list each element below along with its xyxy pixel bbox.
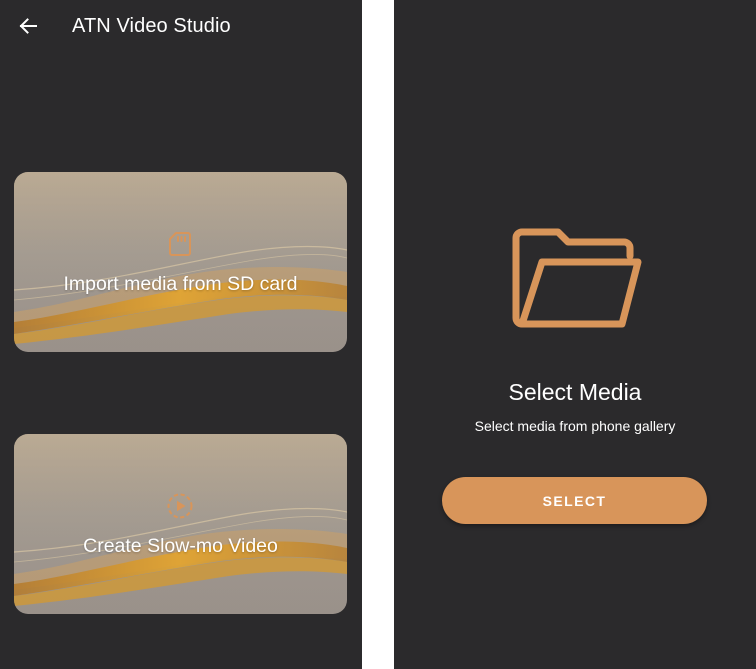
left-screen: ATN Video Studio Import media from SD ca… (0, 0, 362, 669)
app-bar: ATN Video Studio (0, 0, 362, 52)
wave-background-image (14, 172, 347, 352)
arrow-left-icon (19, 18, 37, 34)
import-sd-card-label: Import media from SD card (63, 273, 298, 295)
select-media-title: Select Media (508, 379, 642, 405)
app-title: ATN Video Studio (72, 15, 231, 37)
back-button[interactable] (14, 12, 42, 40)
wave-background-image (14, 434, 347, 614)
create-slowmo-video-card[interactable]: Create Slow-mo Video (14, 434, 347, 614)
select-button[interactable]: SELECT (442, 477, 707, 524)
create-slowmo-label: Create Slow-mo Video (83, 535, 278, 557)
import-sd-card-card[interactable]: Import media from SD card (14, 172, 347, 352)
sd-card-icon (164, 228, 196, 260)
slow-motion-play-icon (164, 490, 196, 522)
right-screen: Select Media Select media from phone gal… (394, 0, 756, 669)
folder-open-icon (512, 228, 642, 328)
select-media-subtitle: Select media from phone gallery (474, 418, 676, 434)
